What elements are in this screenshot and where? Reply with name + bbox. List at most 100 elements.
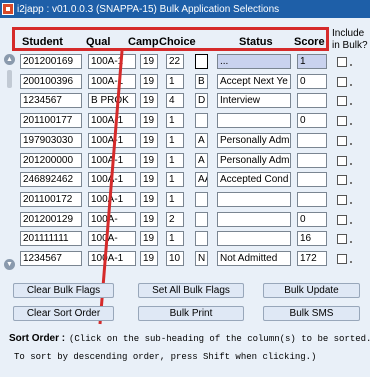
camp-field[interactable]: 19 — [140, 133, 158, 148]
flag-field[interactable]: AA — [195, 172, 208, 187]
student-field[interactable]: 201100177 — [20, 113, 82, 128]
score-field[interactable]: 16 — [297, 231, 327, 246]
flag-field[interactable] — [195, 192, 208, 207]
camp-field[interactable]: 19 — [140, 251, 158, 266]
camp-field[interactable]: 19 — [140, 93, 158, 108]
bulk-update-button[interactable]: Bulk Update — [263, 283, 360, 298]
choice-field[interactable]: 10 — [166, 251, 184, 266]
choice-field[interactable]: 1 — [166, 172, 184, 187]
choice-field[interactable]: 1 — [166, 74, 184, 89]
include-in-bulk-checkbox[interactable] — [337, 116, 347, 126]
camp-field[interactable]: 19 — [140, 192, 158, 207]
qual-field[interactable]: 100A-1 — [88, 251, 136, 266]
qual-field[interactable]: 100A-1 — [88, 153, 136, 168]
choice-field[interactable]: 4 — [166, 93, 184, 108]
include-in-bulk-checkbox[interactable] — [337, 234, 347, 244]
clear-bulk-flags-button[interactable]: Clear Bulk Flags — [13, 283, 114, 298]
flag-field[interactable]: A — [195, 153, 208, 168]
bulk-sms-button[interactable]: Bulk SMS — [263, 306, 360, 321]
student-field[interactable]: 246892462 — [20, 172, 82, 187]
include-in-bulk-checkbox[interactable] — [337, 96, 347, 106]
status-field[interactable]: Interview — [217, 93, 291, 108]
status-field[interactable]: Accepted Cond — [217, 172, 291, 187]
student-field[interactable]: 1234567 — [20, 93, 82, 108]
status-field[interactable]: Personally Adm — [217, 153, 291, 168]
student-field[interactable]: 201200000 — [20, 153, 82, 168]
student-field[interactable]: 197903030 — [20, 133, 82, 148]
student-field[interactable]: 201111111 — [20, 231, 82, 246]
camp-field[interactable]: 19 — [140, 212, 158, 227]
choice-field[interactable]: 1 — [166, 153, 184, 168]
include-in-bulk-checkbox[interactable] — [337, 195, 347, 205]
flag-field[interactable] — [195, 231, 208, 246]
flag-field[interactable] — [195, 212, 208, 227]
score-field[interactable] — [297, 93, 327, 108]
bulk-print-button[interactable]: Bulk Print — [138, 306, 244, 321]
choice-field[interactable]: 1 — [166, 192, 184, 207]
qual-field[interactable]: 100A-1 — [88, 74, 136, 89]
sort-order-hint-1: (Click on the sub-heading of the column(… — [69, 334, 370, 344]
qual-field[interactable]: 100A-1 — [88, 113, 136, 128]
qual-field[interactable]: 100A-1 — [88, 133, 136, 148]
student-field[interactable]: 200100396 — [20, 74, 82, 89]
include-in-bulk-checkbox[interactable] — [337, 77, 347, 87]
flag-field[interactable]: D — [195, 93, 208, 108]
status-field[interactable]: Not Admitted — [217, 251, 291, 266]
qual-field[interactable]: B PROK — [88, 93, 136, 108]
camp-field[interactable]: 19 — [140, 231, 158, 246]
qual-field[interactable]: 100A-1 — [88, 172, 136, 187]
status-field[interactable] — [217, 212, 291, 227]
table-row: 201100177 100A-1 19 1 0 — [0, 112, 370, 129]
student-field[interactable]: 201100172 — [20, 192, 82, 207]
status-field[interactable] — [217, 192, 291, 207]
qual-field[interactable]: 100A-1 — [88, 54, 136, 69]
score-field[interactable]: 172 — [297, 251, 327, 266]
set-all-bulk-flags-button[interactable]: Set All Bulk Flags — [138, 283, 244, 298]
choice-field[interactable]: 1 — [166, 231, 184, 246]
choice-field[interactable]: 1 — [166, 113, 184, 128]
include-in-bulk-checkbox[interactable] — [337, 254, 347, 264]
camp-field[interactable]: 19 — [140, 172, 158, 187]
include-in-bulk-checkbox[interactable] — [337, 136, 347, 146]
include-in-bulk-checkbox[interactable] — [337, 175, 347, 185]
row-marker — [350, 143, 352, 145]
flag-field[interactable]: A — [195, 133, 208, 148]
status-field[interactable]: ... — [217, 54, 291, 69]
score-field[interactable]: 0 — [297, 113, 327, 128]
choice-field[interactable]: 2 — [166, 212, 184, 227]
qual-field[interactable]: 100A- — [88, 231, 136, 246]
status-field[interactable]: Accept Next Ye — [217, 74, 291, 89]
score-field[interactable] — [297, 192, 327, 207]
choice-field[interactable]: 1 — [166, 133, 184, 148]
status-field[interactable]: Personally Adm — [217, 133, 291, 148]
camp-field[interactable]: 19 — [140, 113, 158, 128]
student-field[interactable]: 201200169 — [20, 54, 82, 69]
include-in-bulk-checkbox[interactable] — [337, 156, 347, 166]
score-field[interactable] — [297, 153, 327, 168]
camp-field[interactable]: 19 — [140, 74, 158, 89]
qual-field[interactable]: 100A-1 — [88, 192, 136, 207]
include-in-bulk-checkbox[interactable] — [337, 57, 347, 67]
status-field[interactable] — [217, 113, 291, 128]
score-field[interactable]: 0 — [297, 74, 327, 89]
student-field[interactable]: 1234567 — [20, 251, 82, 266]
score-field[interactable]: 0 — [297, 212, 327, 227]
qual-field[interactable]: 100A- — [88, 212, 136, 227]
status-field[interactable] — [217, 231, 291, 246]
flag-field[interactable] — [195, 54, 208, 69]
flag-field[interactable]: N — [195, 251, 208, 266]
score-field[interactable]: 1 — [297, 54, 327, 69]
score-field[interactable] — [297, 172, 327, 187]
include-in-bulk-checkbox[interactable] — [337, 215, 347, 225]
camp-field[interactable]: 19 — [140, 153, 158, 168]
camp-field[interactable]: 19 — [140, 54, 158, 69]
choice-field[interactable]: 22 — [166, 54, 184, 69]
table-row: 1234567 100A-1 19 10 N Not Admitted 172 — [0, 250, 370, 267]
flag-field[interactable] — [195, 113, 208, 128]
row-marker — [350, 123, 352, 125]
flag-field[interactable]: B — [195, 74, 208, 89]
student-field[interactable]: 201200129 — [20, 212, 82, 227]
title-bar: i2japp : v01.0.0.3 (SNAPPA-15) Bulk Appl… — [0, 0, 370, 18]
score-field[interactable] — [297, 133, 327, 148]
clear-sort-order-button[interactable]: Clear Sort Order — [13, 306, 114, 321]
